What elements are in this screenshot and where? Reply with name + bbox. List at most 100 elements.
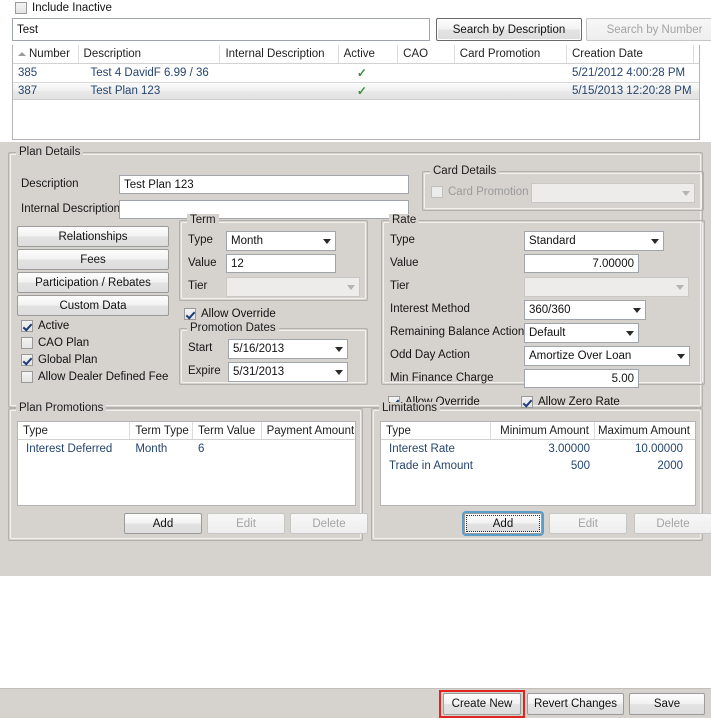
limitations-grid[interactable]: Type Minimum Amount Maximum Amount Inter…	[380, 421, 696, 506]
cao-plan-checkbox[interactable]	[21, 337, 33, 349]
column-header-internal-description[interactable]: Internal Description	[220, 45, 339, 63]
revert-changes-button[interactable]: Revert Changes	[527, 693, 624, 715]
term-type-combo[interactable]: Month	[226, 231, 336, 251]
participation-rebates-button[interactable]: Participation / Rebates	[17, 272, 169, 293]
save-button[interactable]: Save	[629, 693, 705, 715]
table-row[interactable]: 387 Test Plan 123 ✓ 5/15/2013 12:20:28 P…	[13, 82, 699, 100]
plan-results-grid-header: Number Description Internal Description …	[13, 45, 699, 64]
promotion-dates-title: Promotion Dates	[187, 322, 279, 334]
include-inactive-checkbox[interactable]	[15, 2, 27, 14]
column-header-filler	[694, 45, 699, 63]
card-details-group: Card Details Card Promotion	[422, 165, 704, 211]
custom-data-button[interactable]: Custom Data	[17, 295, 169, 316]
search-input[interactable]	[12, 18, 430, 41]
interest-method-combo[interactable]: 360/360	[524, 300, 646, 320]
create-new-button[interactable]: Create New	[443, 693, 521, 715]
rate-type-combo[interactable]: Standard	[524, 231, 664, 251]
global-plan-checkbox[interactable]	[21, 354, 33, 366]
chevron-down-icon	[629, 301, 645, 319]
limitations-add-button[interactable]: Add	[464, 513, 542, 534]
column-header-payment-amount[interactable]: Payment Amount	[262, 422, 355, 439]
chevron-down-icon	[678, 184, 694, 202]
table-row[interactable]: 385 Test 4 DavidF 6.99 / 36 ✓ 5/21/2012 …	[13, 64, 699, 82]
relationships-button[interactable]: Relationships	[17, 226, 169, 247]
active-checkbox[interactable]	[21, 320, 33, 332]
plan-details-group: Plan Details Description Internal Descri…	[8, 146, 705, 408]
allow-dealer-defined-fee-checkbox-row[interactable]: Allow Dealer Defined Fee	[21, 371, 168, 383]
column-header-number[interactable]: Number	[13, 45, 79, 63]
allow-zero-rate-checkbox[interactable]	[521, 396, 533, 408]
internal-description-input[interactable]	[119, 200, 409, 219]
active-checkbox-row[interactable]: Active	[21, 320, 69, 332]
chevron-down-icon	[672, 278, 688, 296]
interest-method-label: Interest Method	[390, 303, 470, 315]
column-header-type[interactable]: Type	[18, 422, 131, 439]
term-allow-override-checkbox-row[interactable]: Allow Override	[184, 308, 276, 320]
allow-dealer-defined-fee-checkbox[interactable]	[21, 371, 33, 383]
cao-plan-checkbox-row[interactable]: CAO Plan	[21, 337, 89, 349]
search-by-description-button[interactable]: Search by Description	[436, 18, 582, 41]
description-input[interactable]	[119, 175, 409, 194]
global-plan-checkbox-row[interactable]: Global Plan	[21, 354, 97, 366]
card-promotion-label: Card Promotion	[448, 186, 529, 198]
plan-promotions-add-button[interactable]: Add	[124, 513, 202, 534]
cell-minimum-amount: 500	[570, 459, 590, 472]
card-promotion-combo	[531, 183, 695, 203]
card-details-title: Card Details	[430, 165, 500, 177]
cell-description: Test 4 DavidF 6.99 / 36	[90, 67, 209, 79]
global-plan-label: Global Plan	[38, 354, 98, 366]
cell-payment-amount	[262, 440, 355, 457]
include-inactive-label: Include Inactive	[32, 2, 112, 14]
column-header-minimum-amount[interactable]: Minimum Amount	[491, 422, 595, 439]
plan-promotions-group: Plan Promotions Type Term Type Term Valu…	[8, 402, 368, 541]
internal-description-label: Internal Description	[21, 203, 121, 215]
term-group: Term Type Month Value Tier	[179, 214, 368, 301]
column-header-active[interactable]: Active	[339, 45, 399, 63]
search-row: Search by Description Search by Number	[12, 18, 711, 41]
column-header-term-type[interactable]: Term Type	[130, 422, 193, 439]
card-promotion-checkbox-row: Card Promotion	[431, 186, 529, 198]
allow-zero-rate-checkbox-row[interactable]: Allow Zero Rate	[521, 396, 620, 408]
remaining-balance-action-combo[interactable]: Default	[524, 323, 639, 343]
allow-dealer-defined-fee-label: Allow Dealer Defined Fee	[38, 371, 169, 383]
rate-value-label: Value	[390, 257, 419, 269]
column-header-type[interactable]: Type	[381, 422, 491, 439]
remaining-balance-action-value: Default	[529, 327, 566, 339]
active-check-icon: ✓	[356, 84, 367, 98]
odd-day-action-combo[interactable]: Amortize Over Loan	[524, 346, 690, 366]
card-promotion-checkbox	[431, 186, 443, 198]
term-allow-override-checkbox[interactable]	[184, 308, 196, 320]
odd-day-action-value: Amortize Over Loan	[529, 350, 632, 362]
term-value-input[interactable]	[226, 254, 336, 273]
column-header-maximum-amount[interactable]: Maximum Amount	[595, 422, 695, 439]
term-type-label: Type	[188, 234, 213, 246]
cell-maximum-amount: 10.00000	[635, 442, 683, 455]
table-row[interactable]: Interest Deferred Month 6	[18, 440, 355, 457]
min-finance-charge-input[interactable]	[524, 369, 639, 388]
plan-promotions-grid[interactable]: Type Term Type Term Value Payment Amount…	[17, 421, 356, 506]
table-row[interactable]: Trade in Amount 500 2000	[381, 457, 695, 474]
term-tier-combo	[226, 277, 360, 297]
rate-value-input[interactable]	[524, 254, 639, 273]
cell-creation-date: 5/15/2013 12:20:28 PM	[571, 85, 692, 97]
rate-tier-combo	[524, 277, 689, 297]
cao-plan-label: CAO Plan	[38, 337, 90, 349]
search-by-number-button: Search by Number	[586, 18, 711, 41]
promotion-expire-date-picker[interactable]: 5/31/2013	[228, 362, 348, 382]
column-header-card-promotion[interactable]: Card Promotion	[455, 45, 567, 63]
promotion-start-date-picker[interactable]: 5/16/2013	[228, 339, 348, 359]
include-inactive-checkbox-row[interactable]: Include Inactive	[15, 2, 112, 14]
plan-promotions-delete-button: Delete	[290, 513, 368, 534]
active-check-icon: ✓	[356, 66, 367, 80]
plan-results-grid[interactable]: Number Description Internal Description …	[12, 45, 700, 140]
column-header-creation-date[interactable]: Creation Date	[567, 45, 694, 63]
allow-zero-rate-label: Allow Zero Rate	[538, 396, 620, 408]
column-header-term-value[interactable]: Term Value	[193, 422, 262, 439]
rate-group: Rate Type Standard Value Tier Interest M…	[381, 214, 705, 388]
fees-button[interactable]: Fees	[17, 249, 169, 270]
column-header-cao[interactable]: CAO	[398, 45, 455, 63]
cell-description: Test Plan 123	[90, 85, 161, 97]
odd-day-action-label: Odd Day Action	[390, 349, 470, 361]
column-header-description[interactable]: Description	[79, 45, 221, 63]
table-row[interactable]: Interest Rate 3.00000 10.00000	[381, 440, 695, 457]
